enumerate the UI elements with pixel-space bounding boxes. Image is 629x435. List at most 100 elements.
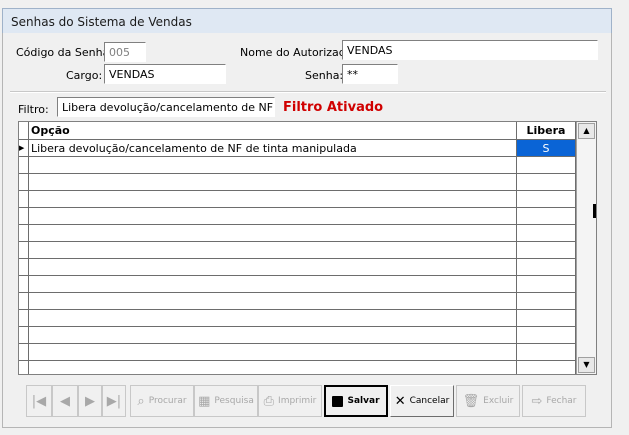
autorizado-field[interactable]: VENDAS <box>342 40 598 60</box>
table-row[interactable] <box>19 241 576 259</box>
row-libera-cell[interactable] <box>516 360 576 374</box>
filter-status: Filtro Ativado <box>283 100 384 115</box>
row-indicator-cell <box>19 207 29 225</box>
table-row[interactable] <box>19 360 576 374</box>
first-icon: |◀ <box>31 393 47 409</box>
table-row[interactable] <box>19 207 576 225</box>
prev-icon: ◀ <box>60 393 70 409</box>
table-row[interactable] <box>19 343 576 361</box>
table-row[interactable] <box>19 190 576 208</box>
row-indicator-icon: ▶ <box>19 139 29 157</box>
row-libera-cell[interactable] <box>516 275 576 293</box>
scroll-thumb[interactable] <box>593 204 596 218</box>
disk-icon <box>332 395 344 407</box>
trash-icon: 🗑 <box>462 393 480 409</box>
row-opcao-cell[interactable] <box>28 190 517 208</box>
table-row[interactable] <box>19 309 576 327</box>
imprimir-button[interactable]: ⎙ Imprimir <box>258 385 322 417</box>
table-row[interactable] <box>19 275 576 293</box>
column-header-libera[interactable]: Libera <box>516 122 576 140</box>
row-libera-cell[interactable] <box>516 326 576 344</box>
grid-scrollbar[interactable]: ▲ ▼ <box>576 122 596 374</box>
row-libera-cell[interactable]: S <box>516 139 576 157</box>
exit-icon: ⇨ <box>531 393 543 409</box>
cargo-field[interactable]: VENDAS <box>104 64 226 84</box>
column-header-opcao[interactable]: Opção <box>28 122 517 140</box>
row-indicator-cell <box>19 224 29 242</box>
first-record-button[interactable]: |◀ <box>26 385 52 417</box>
table-row[interactable] <box>19 258 576 276</box>
row-opcao-cell[interactable] <box>28 360 517 374</box>
row-libera-cell[interactable] <box>516 258 576 276</box>
row-opcao-cell[interactable] <box>28 292 517 310</box>
row-opcao-cell[interactable] <box>28 207 517 225</box>
row-opcao-cell[interactable] <box>28 241 517 259</box>
excluir-label: Excluir <box>483 396 514 406</box>
row-libera-cell[interactable] <box>516 241 576 259</box>
filter-input[interactable]: Libera devolução/cancelamento de NF de t… <box>57 97 275 117</box>
cargo-label: Cargo: <box>66 69 103 82</box>
imprimir-label: Imprimir <box>278 396 317 406</box>
divider <box>10 91 606 93</box>
row-libera-cell[interactable] <box>516 190 576 208</box>
title-bar: Senhas do Sistema de Vendas <box>2 8 612 35</box>
salvar-label: Salvar <box>347 396 380 406</box>
next-record-button[interactable]: ▶ <box>78 385 102 417</box>
pesquisa-button[interactable]: ▦ Pesquisa <box>194 385 258 417</box>
row-indicator-cell <box>19 309 29 327</box>
row-opcao-cell[interactable]: Libera devolução/cancelamento de NF de t… <box>28 139 517 157</box>
row-opcao-cell[interactable] <box>28 258 517 276</box>
row-libera-cell[interactable] <box>516 309 576 327</box>
table-row[interactable] <box>19 224 576 242</box>
row-opcao-cell[interactable] <box>28 275 517 293</box>
row-indicator-cell <box>19 292 29 310</box>
table-row[interactable] <box>19 173 576 191</box>
header-indicator-cell <box>19 122 29 140</box>
fechar-button[interactable]: ⇨ Fechar <box>522 385 586 417</box>
row-indicator-cell <box>19 326 29 344</box>
last-record-button[interactable]: ▶| <box>102 385 126 417</box>
table-row[interactable] <box>19 292 576 310</box>
table-row[interactable] <box>19 156 576 174</box>
options-grid: Opção Libera ▶ Libera devolução/cancelam… <box>18 121 597 375</box>
row-opcao-cell[interactable] <box>28 309 517 327</box>
cancelar-label: Cancelar <box>409 396 450 406</box>
codigo-label: Código da Senha: <box>16 46 114 59</box>
excluir-button[interactable]: 🗑 Excluir <box>456 385 520 417</box>
row-opcao-cell[interactable] <box>28 343 517 361</box>
row-libera-cell[interactable] <box>516 292 576 310</box>
row-libera-cell[interactable] <box>516 343 576 361</box>
senha-field[interactable]: ** <box>342 64 398 84</box>
record-toolbar: |◀ ◀ ▶ ▶| ⌕ Procurar ▦ Pesquisa ⎙ Imprim… <box>26 385 588 417</box>
binoculars-icon: ⌕ <box>137 393 145 409</box>
pesquisa-label: Pesquisa <box>214 396 254 406</box>
printer-icon: ⎙ <box>263 393 275 409</box>
last-icon: ▶| <box>106 393 122 409</box>
row-opcao-cell[interactable] <box>28 224 517 242</box>
row-libera-cell[interactable] <box>516 224 576 242</box>
procurar-button[interactable]: ⌕ Procurar <box>130 385 194 417</box>
row-libera-cell[interactable] <box>516 173 576 191</box>
salvar-button[interactable]: Salvar <box>324 385 388 417</box>
table-row[interactable]: ▶ Libera devolução/cancelamento de NF de… <box>19 139 576 157</box>
window-title: Senhas do Sistema de Vendas <box>11 15 192 29</box>
next-icon: ▶ <box>85 393 95 409</box>
scroll-up-icon[interactable]: ▲ <box>578 123 595 139</box>
row-indicator-cell <box>19 343 29 361</box>
row-libera-cell[interactable] <box>516 156 576 174</box>
codigo-field[interactable]: 005 <box>104 42 146 62</box>
row-libera-cell[interactable] <box>516 207 576 225</box>
scroll-down-icon[interactable]: ▼ <box>578 357 595 373</box>
senha-label: Senha: <box>305 69 344 82</box>
table-row[interactable] <box>19 326 576 344</box>
row-indicator-cell <box>19 190 29 208</box>
prev-record-button[interactable]: ◀ <box>52 385 78 417</box>
row-opcao-cell[interactable] <box>28 326 517 344</box>
procurar-label: Procurar <box>148 396 187 406</box>
window: Senhas do Sistema de Vendas Código da Se… <box>0 0 629 435</box>
row-opcao-cell[interactable] <box>28 173 517 191</box>
row-opcao-cell[interactable] <box>28 156 517 174</box>
cancelar-button[interactable]: ✕ Cancelar <box>390 385 454 417</box>
filter-label: Filtro: <box>18 103 49 116</box>
row-indicator-cell <box>19 241 29 259</box>
